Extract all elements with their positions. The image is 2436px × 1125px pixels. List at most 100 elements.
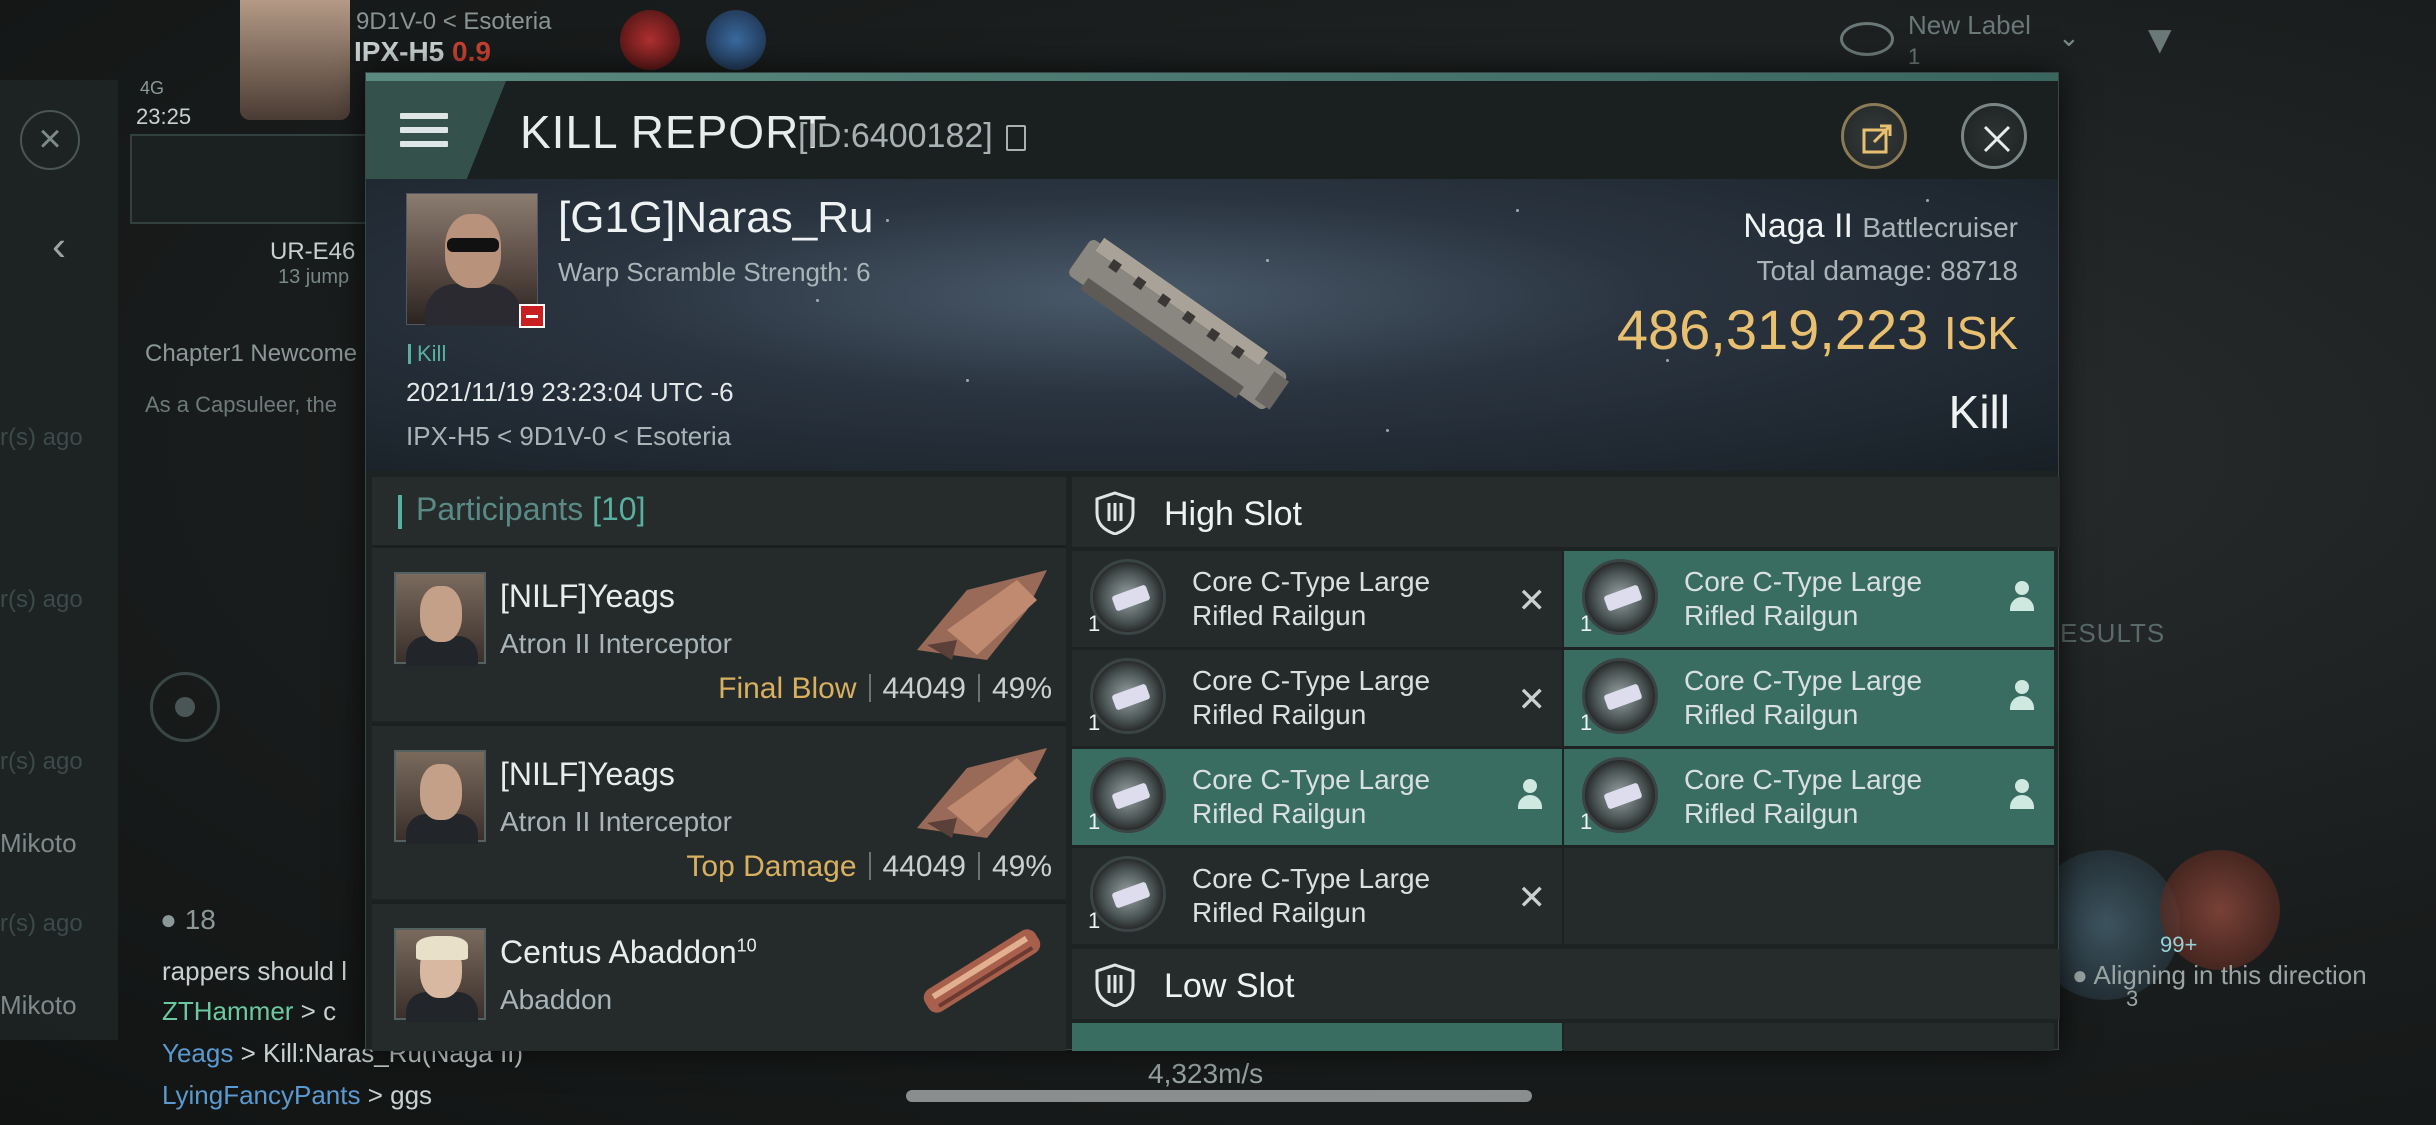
total-damage: Total damage: 88718: [1756, 255, 2018, 286]
high-slot-header[interactable]: High Slot: [1072, 477, 2060, 547]
railgun-icon: [1582, 658, 1658, 734]
side-name: Mikoto: [0, 990, 77, 1020]
current-system[interactable]: IPX-H5 0.9: [354, 36, 491, 68]
module-slot[interactable]: 1 Core C-Type Large Rifled Railgun: [1564, 650, 2054, 746]
chat-line: ZTHammer > c: [162, 996, 337, 1026]
victim-banner: [G1G]Naras_Ru Warp Scramble Strength: 6 …: [366, 179, 2058, 471]
participant-stats: Top Damage 44049 49%: [686, 850, 1052, 883]
close-button[interactable]: [1961, 103, 2027, 169]
hamburger-icon: [400, 113, 448, 149]
low-slot-icon: [1095, 963, 1135, 1007]
alliance-emblem-icon[interactable]: [706, 10, 766, 70]
railgun-icon: [1090, 559, 1166, 635]
victim-ship[interactable]: Naga II Battlecruiser: [1743, 207, 2018, 246]
destroyed-icon: ✕: [1517, 582, 1547, 620]
fitting-slots: High Slot 1 Core C-Type Large Rifled Railg…: [1072, 477, 2060, 1051]
module-slot[interactable]: 1 Core C-Type Large Rifled Railgun ✕: [1072, 650, 1562, 746]
low-slot-label: Low Slot: [1164, 967, 1295, 1005]
participant-row[interactable]: [NILF]Yeags Atron II Interceptor Final B…: [372, 545, 1066, 721]
chevron-down-icon[interactable]: ⌄: [2058, 22, 2080, 53]
eye-icon[interactable]: [1840, 22, 1894, 56]
copy-icon[interactable]: [1006, 125, 1026, 151]
railgun-icon: [1582, 757, 1658, 833]
overview-label-count: 1: [1908, 44, 1921, 69]
victim-portrait[interactable]: [406, 193, 545, 328]
side-name: Mikoto: [0, 828, 77, 858]
modal-header: KILL REPORT [ID:6400182]: [366, 81, 2058, 179]
participants-header[interactable]: Participants [10]: [372, 477, 1066, 545]
ago-line: r(s) ago: [0, 586, 83, 613]
module-name: Core C-Type Large Rifled Railgun: [1684, 665, 1923, 730]
module-qty: 1: [1088, 809, 1101, 834]
target-icon[interactable]: [150, 672, 220, 742]
standing-badge: [519, 304, 545, 328]
victim-ship-image[interactable]: [1046, 207, 1306, 447]
chat-channel[interactable]: Chapter1 Newcome: [145, 340, 357, 368]
module-slot[interactable]: [1072, 1023, 1562, 1051]
dropped-icon: [2008, 581, 2036, 613]
module-qty: 1: [1088, 710, 1101, 735]
participant-ship: Abaddon: [500, 984, 613, 1015]
network-status: 4G: [140, 78, 165, 98]
player-portrait[interactable]: [240, 0, 350, 120]
module-name: Core C-Type Large Rifled Railgun: [1192, 566, 1431, 631]
back-chevron-icon[interactable]: ‹: [52, 222, 66, 270]
participant-avatar: [394, 750, 486, 844]
menu-button[interactable]: [366, 81, 506, 179]
module-slot[interactable]: 1 Core C-Type Large Rifled Railgun: [1072, 749, 1562, 845]
kill-result: Kill: [1948, 386, 2010, 438]
participant-name: [NILF]Yeags: [500, 756, 675, 792]
participant-name: Centus Abaddon10: [500, 934, 757, 970]
share-button[interactable]: [1841, 103, 1907, 169]
module-qty: 1: [1088, 908, 1101, 933]
kill-datetime: 2021/11/19 23:23:04 UTC -6: [406, 377, 734, 407]
dropped-icon: [1516, 779, 1544, 811]
high-slot-icon: [1095, 491, 1135, 535]
module-slot[interactable]: 1 Core C-Type Large Rifled Railgun: [1564, 551, 2054, 647]
kill-tag: Kill: [408, 341, 446, 367]
dropped-icon: [2008, 680, 2036, 712]
home-indicator[interactable]: [906, 1090, 1532, 1102]
chat-preview: As a Capsuleer, the: [145, 392, 338, 417]
participant-ship: Atron II Interceptor: [500, 628, 732, 659]
corp-emblem-icon[interactable]: [620, 10, 680, 70]
results-label: ESULTS: [2060, 618, 2166, 648]
participant-ship-image: [917, 748, 1047, 838]
module-slot[interactable]: [1564, 1023, 2054, 1051]
sidebar-close-icon[interactable]: ×: [20, 110, 80, 170]
module-name: Core C-Type Large Rifled Railgun: [1684, 566, 1923, 631]
overview-label[interactable]: New Label: [1908, 10, 2031, 41]
system-chain: 9D1V-0 < Esoteria: [356, 8, 552, 35]
participant-ship-image: [923, 929, 1041, 1013]
warp-scramble: Warp Scramble Strength: 6: [558, 257, 871, 287]
route-destination: UR-E46: [270, 238, 356, 265]
railgun-icon: [1582, 559, 1658, 635]
empty-slot-area: [1564, 848, 2054, 944]
low-slot-header[interactable]: Low Slot: [1072, 949, 2060, 1019]
kill-location[interactable]: IPX-H5 < 9D1V-0 < Esoteria: [406, 421, 731, 452]
filter-icon[interactable]: ▼: [2140, 18, 2180, 63]
module-name: Core C-Type Large Rifled Railgun: [1192, 863, 1431, 928]
module-slot[interactable]: 1 Core C-Type Large Rifled Railgun ✕: [1072, 848, 1562, 944]
victim-name[interactable]: [G1G]Naras_Ru: [558, 193, 873, 243]
railgun-icon: [1090, 856, 1166, 932]
module-slot[interactable]: 1 Core C-Type Large Rifled Railgun: [1564, 749, 2054, 845]
module-qty: 1: [1088, 611, 1101, 636]
modal-title: KILL REPORT: [520, 106, 828, 158]
game-screen: 9D1V-0 < Esoteria IPX-H5 0.9 4G 23:25 × …: [0, 0, 2436, 1125]
share-icon: [1862, 124, 1892, 154]
ago-line: r(s) ago: [0, 910, 83, 937]
participant-name: [NILF]Yeags: [500, 578, 675, 614]
kill-report-modal: KILL REPORT [ID:6400182] [G1G]Naras_Ru W…: [365, 72, 2060, 1051]
quick-tools-panel[interactable]: [130, 134, 370, 224]
participant-row[interactable]: [NILF]Yeags Atron II Interceptor Top Dam…: [372, 723, 1066, 899]
chat-line: LyingFancyPants > ggs: [162, 1080, 433, 1110]
participant-row[interactable]: Centus Abaddon10 Abaddon: [372, 901, 1066, 1051]
ammo-count: 99+: [2160, 932, 2198, 957]
clock: 23:25: [136, 104, 192, 129]
railgun-icon: [1090, 658, 1166, 734]
module-slot[interactable]: 1 Core C-Type Large Rifled Railgun ✕: [1072, 551, 1562, 647]
speed-readout: 4,323m/s: [1148, 1058, 1264, 1089]
aligning-text: ● Aligning in this direction: [2072, 960, 2367, 990]
dropped-icon: [2008, 779, 2036, 811]
